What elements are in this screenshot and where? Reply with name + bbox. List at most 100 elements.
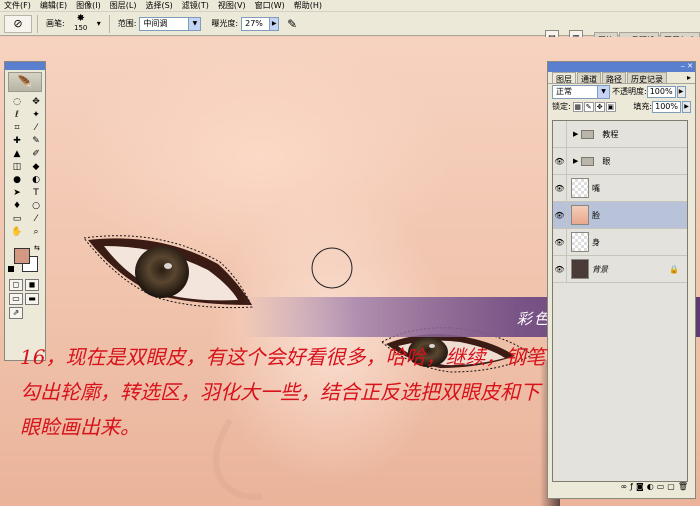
lock-transparency-icon[interactable]: ▦ xyxy=(572,101,583,112)
lock-move-icon[interactable]: ✥ xyxy=(594,101,605,112)
chevron-right-icon[interactable]: ▶ xyxy=(682,100,691,113)
layer-row-background[interactable]: 👁 背景 🔒 xyxy=(553,256,687,283)
tool-grid: ◌ ✥ ℓ ✦ ⌗ ⁄ ✚ ✎ ▲ ✐ ◫ ◆ ● ◐ ➤ T ♦ ○ ▭ ⁄ … xyxy=(5,94,45,240)
chevron-right-icon[interactable]: ▶ xyxy=(676,85,686,98)
swap-colors-icon[interactable]: ⇆ xyxy=(34,244,40,252)
blend-mode-select[interactable]: 正常 ▼ xyxy=(552,84,610,99)
layers-titlebar[interactable]: ‒ ✕ xyxy=(548,62,695,72)
eye-icon[interactable]: 👁 xyxy=(553,202,567,228)
layer-name: 教程 xyxy=(602,129,619,139)
blend-row: 正常 ▼ 不透明度: 100% ▶ xyxy=(548,84,695,99)
shape-tool-icon[interactable]: ○ xyxy=(27,200,45,212)
lock-all-icon[interactable]: ▣ xyxy=(605,101,616,112)
slice-tool-icon[interactable]: ⁄ xyxy=(27,122,45,134)
blur-tool-icon[interactable]: ● xyxy=(8,174,26,186)
move-tool-icon[interactable]: ✥ xyxy=(27,96,45,108)
new-group-icon[interactable]: ▭ xyxy=(657,482,665,494)
lock-label: 锁定: xyxy=(552,102,571,111)
eraser-tool-icon[interactable]: ◫ xyxy=(8,161,26,173)
layers-panel: ‒ ✕ 图层 通道 路径 历史记录 ▸ 正常 ▼ 不透明度: 100% ▶ 锁定… xyxy=(547,61,696,499)
layer-row-tutorial[interactable]: ▶ 教程 xyxy=(553,121,687,148)
clone-stamp-icon[interactable]: ▲ xyxy=(8,148,26,160)
dodge-tool-icon[interactable]: ◐ xyxy=(27,174,45,186)
tab-history[interactable]: 历史记录 xyxy=(627,72,667,84)
brush-cursor xyxy=(311,247,353,289)
layer-style-icon[interactable]: ƒ xyxy=(630,482,633,494)
expand-arrow-icon[interactable]: ▶ xyxy=(573,130,578,138)
color-swatches: ⇆ xyxy=(8,244,42,272)
foreground-color[interactable] xyxy=(14,248,30,264)
eye-icon[interactable]: 👁 xyxy=(553,148,567,174)
layer-thumbnail xyxy=(571,259,589,279)
toolbox: 🪶 ◌ ✥ ℓ ✦ ⌗ ⁄ ✚ ✎ ▲ ✐ ◫ ◆ ● ◐ ➤ T ♦ ○ ▭ … xyxy=(4,61,46,361)
left-eye xyxy=(83,235,253,309)
lock-row: 锁定: ▦ ✎ ✥ ▣ 填充: 100% ▶ xyxy=(548,99,695,114)
notes-tool-icon[interactable]: ▭ xyxy=(8,213,26,225)
trash-icon[interactable]: 🗑 xyxy=(678,482,688,494)
layer-name: 身 xyxy=(592,237,600,247)
brush-tool-icon[interactable]: ✎ xyxy=(27,135,45,147)
panel-menu-icon[interactable]: ▸ xyxy=(684,72,694,83)
default-colors-icon[interactable] xyxy=(8,266,14,272)
paint-bucket-icon[interactable]: ◆ xyxy=(27,161,45,173)
tab-layers[interactable]: 图层 xyxy=(552,72,576,84)
opacity-label: 不透明度: xyxy=(612,87,647,96)
visibility-off-icon[interactable] xyxy=(553,121,567,147)
hand-tool-icon[interactable]: ✋ xyxy=(8,226,26,238)
pen-tool-icon[interactable]: ♦ xyxy=(8,200,26,212)
marquee-tool-icon[interactable]: ◌ xyxy=(8,96,26,108)
eye-icon[interactable]: 👁 xyxy=(553,229,567,255)
fill-label: 填充: xyxy=(633,102,653,111)
eyedropper-icon[interactable]: ⁄ xyxy=(27,213,45,225)
zoom-tool-icon[interactable]: ⌕ xyxy=(27,226,45,238)
caption-line: 16，现在是双眼皮，有这个会好看很多，哈哈，继续，钢笔 xyxy=(20,345,546,369)
new-layer-icon[interactable]: ▢ xyxy=(667,482,675,494)
caption-line: 眼睑画出来。 xyxy=(20,415,140,439)
image-ready-icon[interactable]: ⇗ xyxy=(9,307,23,319)
layer-row-eye[interactable]: 👁 ▶ 眼 xyxy=(553,148,687,175)
panel-buttons-icon[interactable]: ‒ ✕ xyxy=(680,62,693,70)
layer-actions: ∞ ƒ ◙ ◐ ▭ ▢ 🗑 xyxy=(552,482,688,494)
eye-icon[interactable]: 👁 xyxy=(553,256,567,282)
toolbox-titlebar[interactable] xyxy=(5,62,45,70)
expand-arrow-icon[interactable]: ▶ xyxy=(573,157,578,165)
mode-buttons: ◻ ◼ ▭ ▬ ⇗ xyxy=(5,276,45,322)
photoshop-feather-icon[interactable]: 🪶 xyxy=(8,72,42,92)
layer-name: 脸 xyxy=(592,210,600,220)
standard-mode-icon[interactable]: ◻ xyxy=(9,279,23,291)
opacity-input[interactable]: 100% xyxy=(646,85,676,98)
tab-channels[interactable]: 通道 xyxy=(577,72,601,84)
screen-mode-icon[interactable]: ▭ xyxy=(9,293,23,305)
full-screen-icon[interactable]: ▬ xyxy=(25,293,39,305)
folder-icon xyxy=(581,156,595,166)
type-tool-icon[interactable]: T xyxy=(27,187,45,199)
lasso-tool-icon[interactable]: ℓ xyxy=(8,109,26,121)
crop-tool-icon[interactable]: ⌗ xyxy=(8,122,26,134)
healing-brush-icon[interactable]: ✚ xyxy=(8,135,26,147)
lock-paint-icon[interactable]: ✎ xyxy=(583,101,594,112)
folder-icon xyxy=(581,129,595,139)
tutorial-caption: 16，现在是双眼皮，有这个会好看很多，哈哈，继续，钢笔 勾出轮廓，转选区，羽化大… xyxy=(20,340,546,445)
layer-row-mouth[interactable]: 👁 嘴 xyxy=(553,175,687,202)
mask-icon[interactable]: ◙ xyxy=(636,482,644,494)
layer-row-body[interactable]: 👁 身 xyxy=(553,229,687,256)
blend-mode-value: 正常 xyxy=(556,87,572,96)
layer-row-face[interactable]: 👁 脸 xyxy=(553,202,687,229)
layer-thumbnail xyxy=(571,178,589,198)
path-select-icon[interactable]: ➤ xyxy=(8,187,26,199)
lock-options: ▦ ✎ ✥ ▣ xyxy=(572,101,617,112)
quick-mask-icon[interactable]: ◼ xyxy=(25,279,39,291)
layer-list: ▶ 教程 👁 ▶ 眼 👁 嘴 👁 脸 👁 身 👁 背景 🔒 xyxy=(552,120,688,482)
layer-thumbnail xyxy=(571,232,589,252)
adjustment-layer-icon[interactable]: ◐ xyxy=(647,482,654,494)
tab-paths[interactable]: 路径 xyxy=(602,72,626,84)
caption-line: 勾出轮廓，转选区，羽化大一些，结合正反选把双眼皮和下 xyxy=(20,380,540,404)
link-icon[interactable]: ∞ xyxy=(620,482,627,494)
magic-wand-tool-icon[interactable]: ✦ xyxy=(27,109,45,121)
left-iris xyxy=(135,246,189,298)
eye-icon[interactable]: 👁 xyxy=(553,175,567,201)
history-brush-icon[interactable]: ✐ xyxy=(27,148,45,160)
layer-name: 嘴 xyxy=(592,183,600,193)
fill-input[interactable]: 100% xyxy=(652,100,681,113)
layer-name: 眼 xyxy=(602,156,611,166)
